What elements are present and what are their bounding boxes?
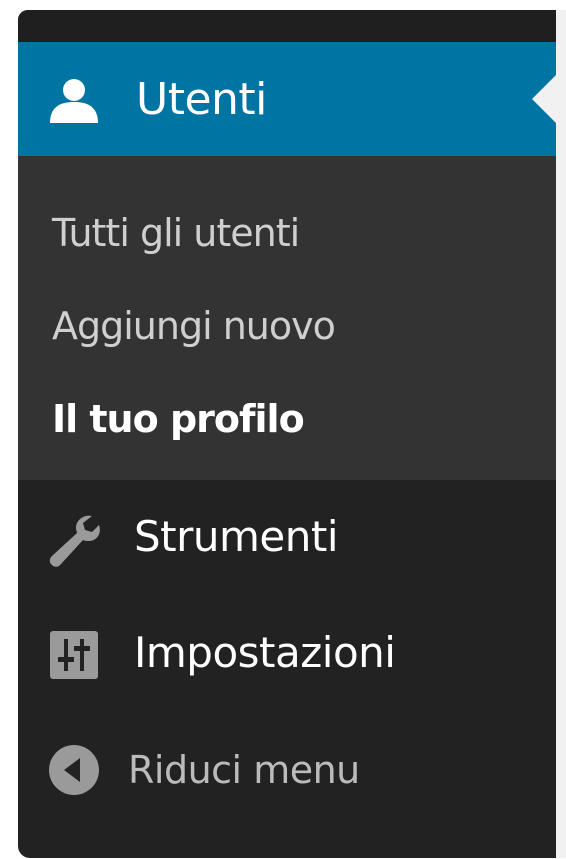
previous-menu-item-edge xyxy=(18,10,556,42)
submenu-item-il-tuo-profilo[interactable]: Il tuo profilo xyxy=(52,394,305,444)
wrench-icon xyxy=(46,512,102,568)
menu-item-impostazioni[interactable]: Impostazioni xyxy=(18,595,556,705)
collapse-arrow-icon xyxy=(48,744,100,796)
menu-item-label: Utenti xyxy=(136,74,267,125)
admin-sidebar-menu: Utenti Tutti gli utenti Aggiungi nuovo I… xyxy=(18,10,556,858)
user-icon xyxy=(48,77,100,125)
menu-item-label: Impostazioni xyxy=(134,628,396,677)
menu-item-label: Strumenti xyxy=(134,512,339,561)
content-area-edge xyxy=(556,10,566,858)
menu-item-label: Riduci menu xyxy=(128,748,360,792)
submenu-item-aggiungi-nuovo[interactable]: Aggiungi nuovo xyxy=(52,301,336,351)
menu-item-strumenti[interactable]: Strumenti xyxy=(18,482,556,592)
submenu-utenti: Tutti gli utenti Aggiungi nuovo Il tuo p… xyxy=(18,156,556,480)
submenu-item-tutti-gli-utenti[interactable]: Tutti gli utenti xyxy=(52,208,300,258)
settings-sliders-icon xyxy=(50,631,98,679)
active-pointer-arrow xyxy=(532,75,556,123)
menu-item-utenti[interactable]: Utenti xyxy=(18,42,556,156)
collapse-menu-button[interactable]: Riduci menu xyxy=(18,710,556,820)
